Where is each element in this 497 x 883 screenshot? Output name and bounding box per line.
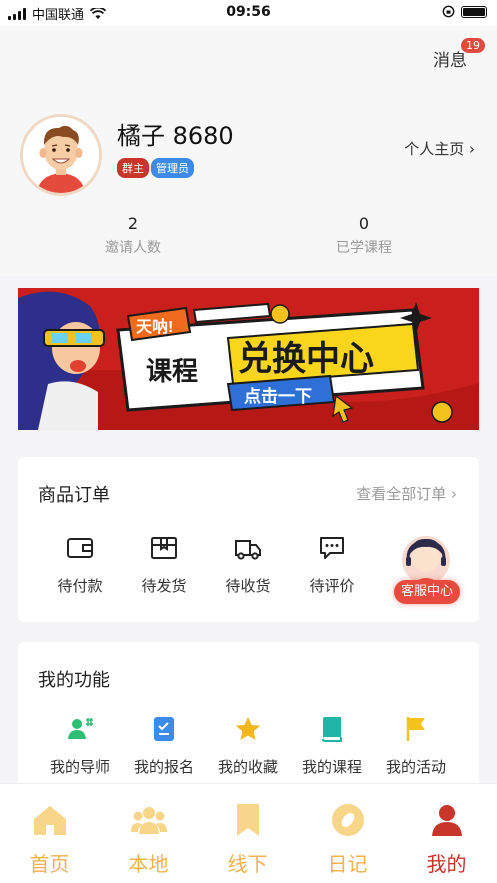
avatar-illustration	[23, 117, 99, 193]
tab-mine-label: 我的	[426, 852, 467, 876]
tab-diary-label: 日记	[327, 852, 368, 876]
order-pending-shipment[interactable]: 待发货	[124, 533, 204, 596]
messages-badge: 19	[461, 38, 485, 53]
banner-tag-text: 天呐!	[136, 317, 173, 336]
banner-title-left: 课程	[146, 356, 198, 386]
function-my-courses-label: 我的课程	[301, 758, 362, 776]
battery-icon	[461, 5, 487, 18]
status-bar: 中国联通 09:56	[0, 0, 497, 26]
stat-courses-value: 0	[358, 214, 370, 233]
tab-offline-label: 线下	[227, 852, 268, 876]
orientation-lock-icon	[442, 5, 455, 18]
order-pending-review-label: 待评价	[309, 577, 355, 595]
order-pending-payment[interactable]: 待付款	[40, 533, 120, 596]
personal-homepage-link[interactable]: 个人主页 ›	[404, 138, 475, 159]
customer-service-label[interactable]: 客服中心	[394, 580, 460, 604]
order-pending-receipt[interactable]: 待收货	[208, 533, 288, 596]
flag-icon	[406, 717, 425, 741]
tab-diary[interactable]: 日记	[298, 784, 397, 877]
tab-home[interactable]: 首页	[0, 784, 99, 877]
order-pending-receipt-label: 待收货	[225, 577, 271, 595]
badge-group-owner: 群主	[117, 158, 149, 178]
clipboard-icon	[154, 717, 174, 741]
star-icon	[236, 717, 260, 740]
function-my-activities-label: 我的活动	[385, 758, 446, 776]
user-icon	[431, 805, 462, 836]
stat-invited[interactable]: 2 邀请人数	[58, 214, 208, 257]
stat-courses-label: 已学课程	[336, 240, 392, 256]
mentor-icon	[68, 718, 93, 739]
compass-icon	[331, 804, 364, 836]
bookmark-icon	[236, 804, 259, 836]
comment-icon	[320, 537, 344, 559]
banner-illustration: 天呐! 课程 兑换中心 点击一下	[18, 288, 479, 430]
group-icon	[130, 807, 167, 834]
orders-title: 商品订单	[38, 485, 110, 506]
tab-mine[interactable]: 我的	[397, 784, 496, 877]
order-pending-shipment-label: 待发货	[141, 577, 187, 595]
profile-header: 消息 19 橘子 8680 群主 管理员 个人主页 › 2 邀请人数 0 已学课…	[0, 26, 497, 276]
function-my-favorites-label: 我的收藏	[217, 758, 278, 776]
avatar[interactable]	[20, 114, 102, 196]
book-icon	[322, 717, 342, 742]
function-my-activities[interactable]: 我的活动	[376, 714, 456, 777]
course-exchange-banner[interactable]: 天呐! 课程 兑换中心 点击一下	[18, 288, 479, 430]
functions-card: 我的功能 我的导师 我的报名 我的收藏 我的课程 我的活动	[18, 642, 479, 792]
status-right	[442, 5, 487, 18]
function-my-courses[interactable]: 我的课程	[292, 714, 372, 777]
banner-button-text: 点击一下	[244, 386, 312, 406]
bottom-tab-bar: 首页 本地 线下 日记 我的	[0, 783, 497, 883]
view-all-orders-link[interactable]: 查看全部订单 ›	[356, 483, 457, 504]
function-my-favorites[interactable]: 我的收藏	[208, 714, 288, 777]
wallet-icon	[67, 538, 93, 558]
stat-courses[interactable]: 0 已学课程	[289, 214, 439, 257]
truck-icon	[235, 540, 261, 560]
function-my-mentor[interactable]: 我的导师	[40, 714, 120, 777]
tab-home-label: 首页	[29, 852, 70, 876]
username: 橘子 8680	[117, 122, 234, 150]
tab-offline[interactable]: 线下	[198, 784, 297, 877]
banner-title-right: 兑换中心	[238, 340, 374, 378]
stat-invited-label: 邀请人数	[105, 240, 161, 256]
order-pending-review[interactable]: 待评价	[292, 533, 372, 596]
package-icon	[151, 537, 177, 559]
functions-title: 我的功能	[38, 670, 110, 691]
badge-admin: 管理员	[151, 158, 194, 178]
order-pending-payment-label: 待付款	[57, 577, 103, 595]
function-my-registration[interactable]: 我的报名	[124, 714, 204, 777]
home-icon	[33, 806, 66, 835]
function-my-mentor-label: 我的导师	[49, 758, 110, 776]
status-time: 09:56	[226, 4, 271, 20]
function-my-registration-label: 我的报名	[133, 758, 194, 776]
tab-local-label: 本地	[128, 852, 169, 876]
stat-invited-value: 2	[127, 214, 139, 233]
tab-local[interactable]: 本地	[99, 784, 198, 877]
